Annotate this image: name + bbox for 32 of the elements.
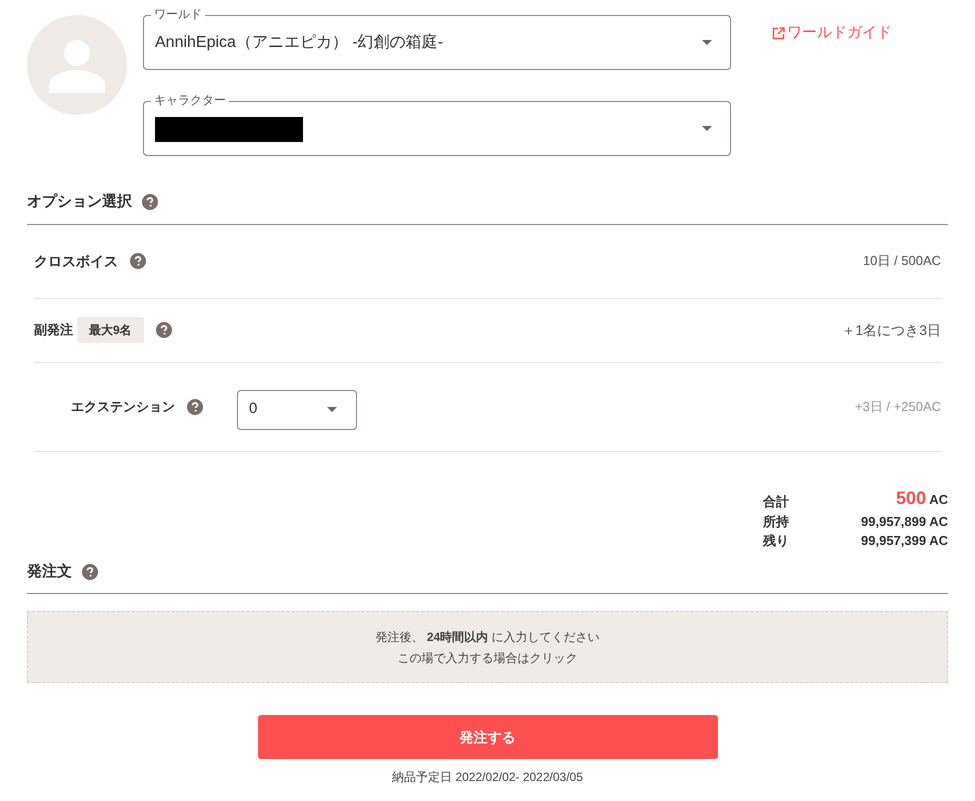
external-link-icon [772, 26, 785, 40]
caret-icon [327, 407, 337, 412]
delivery-date: 納品予定日 2022/02/02- 2022/03/05 [392, 769, 583, 786]
total-value: 500 AC [896, 486, 948, 510]
help-icon[interactable] [156, 322, 172, 338]
quantity-select[interactable]: 0 [237, 390, 357, 430]
help-icon[interactable] [82, 564, 98, 580]
total-label: 所持 [763, 512, 789, 530]
caret-icon [702, 40, 712, 45]
total-value: 99,957,399 AC [861, 532, 948, 550]
option-label: 副発注 [34, 321, 73, 340]
option-label: クロスボイス [34, 252, 118, 270]
total-value: 99,957,899 AC [861, 512, 948, 530]
person-icon [49, 37, 105, 93]
section-heading: オプション選択 [27, 192, 132, 212]
caret-icon [702, 126, 712, 131]
help-icon[interactable] [130, 253, 146, 269]
instruction-text: この場で入力する場合はクリック [398, 650, 578, 666]
help-icon[interactable] [142, 194, 158, 210]
option-label: エクステンション [71, 398, 175, 416]
option-price: ＋1名につき3日 [841, 320, 941, 340]
total-label: 合計 [763, 493, 789, 511]
option-price: +3日 / +250AC [855, 398, 941, 416]
field-label: ワールド [151, 6, 205, 22]
option-price: 10日 / 500AC [862, 252, 941, 270]
section-heading: 発注文 [27, 562, 72, 582]
field-label: キャラクター [151, 92, 229, 108]
order-text-box[interactable]: 発注後、 24時間以内 に入力してください この場で入力する場合はクリック [27, 611, 948, 683]
instruction-text: 発注後、 24時間以内 に入力してください [375, 628, 600, 646]
help-icon[interactable] [187, 398, 203, 414]
limit-badge: 最大9名 [77, 317, 144, 343]
total-label: 残り [763, 532, 789, 550]
